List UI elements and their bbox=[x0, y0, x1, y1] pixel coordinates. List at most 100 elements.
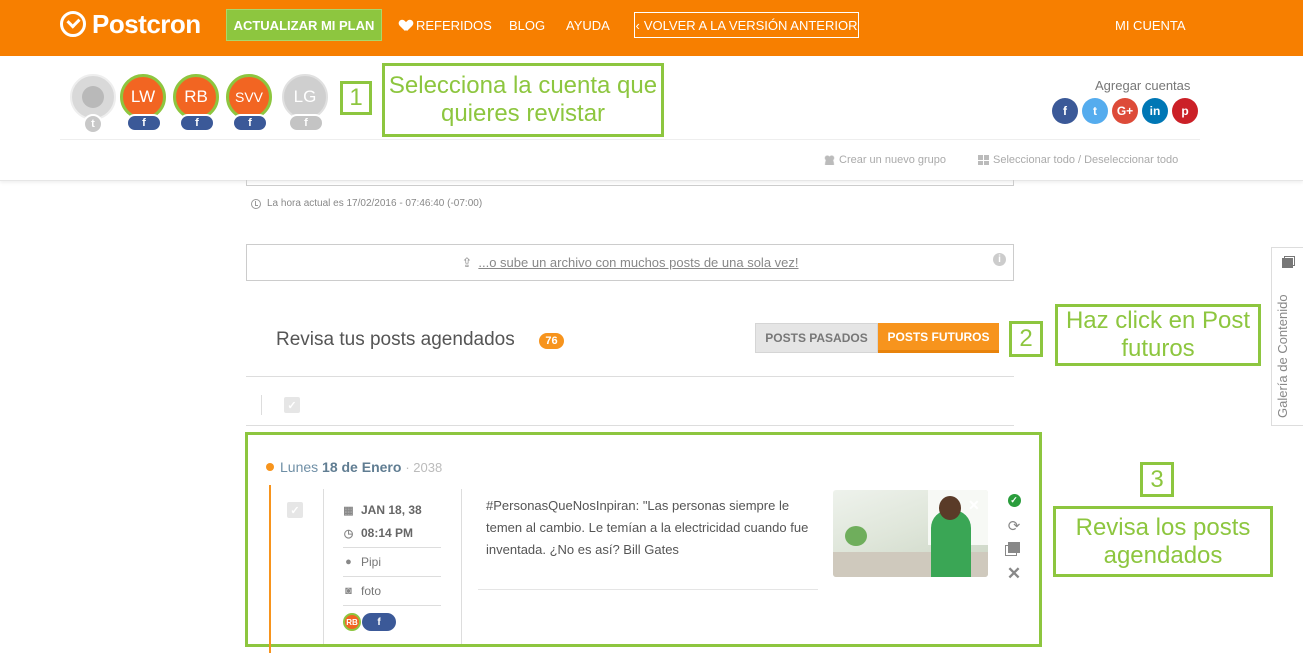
day-weekday: Lunes bbox=[280, 459, 319, 475]
post-checkbox[interactable]: ✓ bbox=[287, 502, 303, 518]
add-google-plus-icon[interactable]: G+ bbox=[1112, 98, 1138, 124]
divider bbox=[60, 139, 1200, 140]
step-3-callout: Revisa los posts agendados bbox=[1053, 506, 1273, 577]
facebook-icon: f bbox=[288, 114, 324, 132]
gallery-icon bbox=[1282, 258, 1293, 268]
group-icon bbox=[824, 155, 835, 165]
postcron-logo[interactable]: Postcron bbox=[60, 8, 201, 39]
previous-version-button[interactable]: ‹ VOLVER A LA VERSIÓN ANTERIOR bbox=[634, 12, 859, 38]
info-icon[interactable]: i bbox=[993, 253, 1006, 266]
step-2-callout: Haz click en Post futuros bbox=[1055, 304, 1261, 366]
step-1-callout: Selecciona la cuenta que quieres revista… bbox=[382, 63, 664, 137]
select-all-label: Seleccionar todo / Deseleccionar todo bbox=[993, 154, 1179, 166]
divider bbox=[343, 576, 441, 577]
close-icon: ✕ bbox=[1006, 564, 1022, 583]
add-pinterest-icon[interactable]: p bbox=[1172, 98, 1198, 124]
image-person bbox=[931, 510, 971, 577]
checkmark-icon: ✓ bbox=[290, 504, 300, 517]
grid-icon bbox=[978, 155, 989, 165]
divider bbox=[246, 376, 1014, 377]
heart-icon bbox=[400, 20, 412, 31]
clock-icon: ◷ bbox=[343, 527, 354, 540]
checkmark-icon: ✓ bbox=[287, 399, 297, 412]
day-heading: Lunes 18 de Enero · 2038 bbox=[280, 459, 442, 475]
add-accounts-label: Agregar cuentas bbox=[1095, 78, 1191, 93]
post-time-text: 08:14 PM bbox=[361, 526, 414, 540]
add-facebook-icon[interactable]: f bbox=[1052, 98, 1078, 124]
calendar-icon: ▦ bbox=[343, 504, 354, 517]
timeline-dot bbox=[266, 463, 274, 471]
select-all-link[interactable]: Seleccionar todo / Deseleccionar todo bbox=[978, 154, 1178, 166]
post-date-text: JAN 18, 38 bbox=[361, 503, 422, 517]
upload-icon: ⇪ bbox=[461, 254, 473, 270]
delete-post-button[interactable]: ✕ bbox=[1006, 564, 1022, 584]
reschedule-button[interactable]: ⟳ bbox=[1006, 517, 1022, 535]
scheduled-count-badge: 76 bbox=[539, 333, 564, 349]
twitter-icon: t bbox=[83, 114, 103, 134]
divider bbox=[323, 489, 324, 644]
account-avatar-lw[interactable]: LW f bbox=[120, 74, 166, 132]
previous-version-label: VOLVER A LA VERSIÓN ANTERIOR bbox=[643, 17, 858, 33]
day-year: · 2038 bbox=[405, 460, 443, 475]
nav-referrals-label: REFERIDOS bbox=[416, 18, 492, 33]
divider bbox=[343, 547, 441, 548]
account-avatar-twitter[interactable]: t bbox=[70, 74, 116, 134]
facebook-icon: f bbox=[232, 114, 268, 132]
bulk-upload-link[interactable]: ...o sube un archivo con muchos posts de… bbox=[478, 255, 798, 270]
account-avatar-svv[interactable]: SVV f bbox=[226, 74, 272, 132]
post-time: ◷ 08:14 PM bbox=[343, 526, 413, 540]
camera-icon: ◙ bbox=[345, 585, 352, 597]
composer-box-edge bbox=[246, 180, 1014, 186]
nav-my-account[interactable]: MI CUENTA bbox=[1115, 18, 1186, 33]
current-time-text: La hora actual es 17/02/2016 - 07:46:40 … bbox=[267, 198, 483, 209]
facebook-icon: f bbox=[362, 613, 396, 631]
select-all-checkbox[interactable]: ✓ bbox=[284, 397, 300, 413]
account-avatar-rb[interactable]: RB f bbox=[173, 74, 219, 132]
divider bbox=[246, 425, 1014, 426]
step-2-number: 2 bbox=[1009, 321, 1043, 357]
account-avatar-lg[interactable]: LG f bbox=[282, 74, 328, 132]
add-twitter-icon[interactable]: t bbox=[1082, 98, 1108, 124]
create-group-link[interactable]: Crear un nuevo grupo bbox=[824, 154, 946, 166]
create-group-label: Crear un nuevo grupo bbox=[839, 154, 947, 166]
nav-help[interactable]: AYUDA bbox=[566, 18, 610, 33]
user-photo-icon bbox=[82, 86, 104, 108]
scheduled-posts-title: Revisa tus posts agendados bbox=[276, 329, 515, 350]
bulk-upload-box[interactable]: ⇪ ...o sube un archivo con muchos posts … bbox=[246, 244, 1014, 281]
post-author: ● Pipi bbox=[343, 555, 381, 569]
post-date: ▦ JAN 18, 38 bbox=[343, 503, 422, 517]
post-author-text: Pipi bbox=[361, 555, 382, 569]
divider bbox=[478, 589, 818, 590]
nav-blog[interactable]: BLOG bbox=[509, 18, 545, 33]
facebook-icon: f bbox=[126, 114, 162, 132]
tab-past-posts[interactable]: POSTS PASADOS bbox=[755, 323, 878, 353]
step-1-number: 1 bbox=[340, 81, 372, 115]
content-gallery-tab[interactable]: Galería de Contenido bbox=[1271, 247, 1303, 426]
timeline-line bbox=[269, 485, 271, 653]
duplicate-post-button[interactable] bbox=[1006, 542, 1022, 553]
post-type-text: foto bbox=[361, 584, 382, 598]
content-gallery-label: Galería de Contenido bbox=[1275, 294, 1290, 418]
copy-icon bbox=[1008, 542, 1020, 553]
post-account-avatar: RB bbox=[343, 613, 361, 631]
post-image[interactable] bbox=[833, 490, 988, 577]
remove-image-icon[interactable]: ✕ bbox=[968, 497, 980, 514]
current-time-note: La hora actual es 17/02/2016 - 07:46:40 … bbox=[251, 198, 482, 209]
nav-referrals[interactable]: REFERIDOS bbox=[400, 18, 492, 33]
image-person-head bbox=[939, 496, 961, 520]
day-date: 18 de Enero bbox=[322, 459, 402, 475]
upgrade-plan-button[interactable]: ACTUALIZAR MI PLAN bbox=[226, 9, 382, 41]
refresh-icon: ⟳ bbox=[1007, 518, 1021, 535]
divider bbox=[343, 605, 441, 606]
facebook-icon: f bbox=[179, 114, 215, 132]
post-text[interactable]: #PersonasQueNosInpiran: "Las personas si… bbox=[486, 495, 816, 561]
clock-icon bbox=[251, 198, 261, 209]
postcron-logo-icon bbox=[60, 11, 86, 37]
add-linkedin-icon[interactable]: in bbox=[1142, 98, 1168, 124]
check-circle-icon: ✓ bbox=[1007, 494, 1021, 507]
chevron-left-icon: ‹ bbox=[635, 17, 640, 33]
step-3-number: 3 bbox=[1140, 462, 1174, 497]
logo-text: Postcron bbox=[92, 8, 201, 39]
tab-future-posts[interactable]: POSTS FUTUROS bbox=[878, 323, 999, 353]
approve-post-button[interactable]: ✓ bbox=[1006, 494, 1022, 507]
